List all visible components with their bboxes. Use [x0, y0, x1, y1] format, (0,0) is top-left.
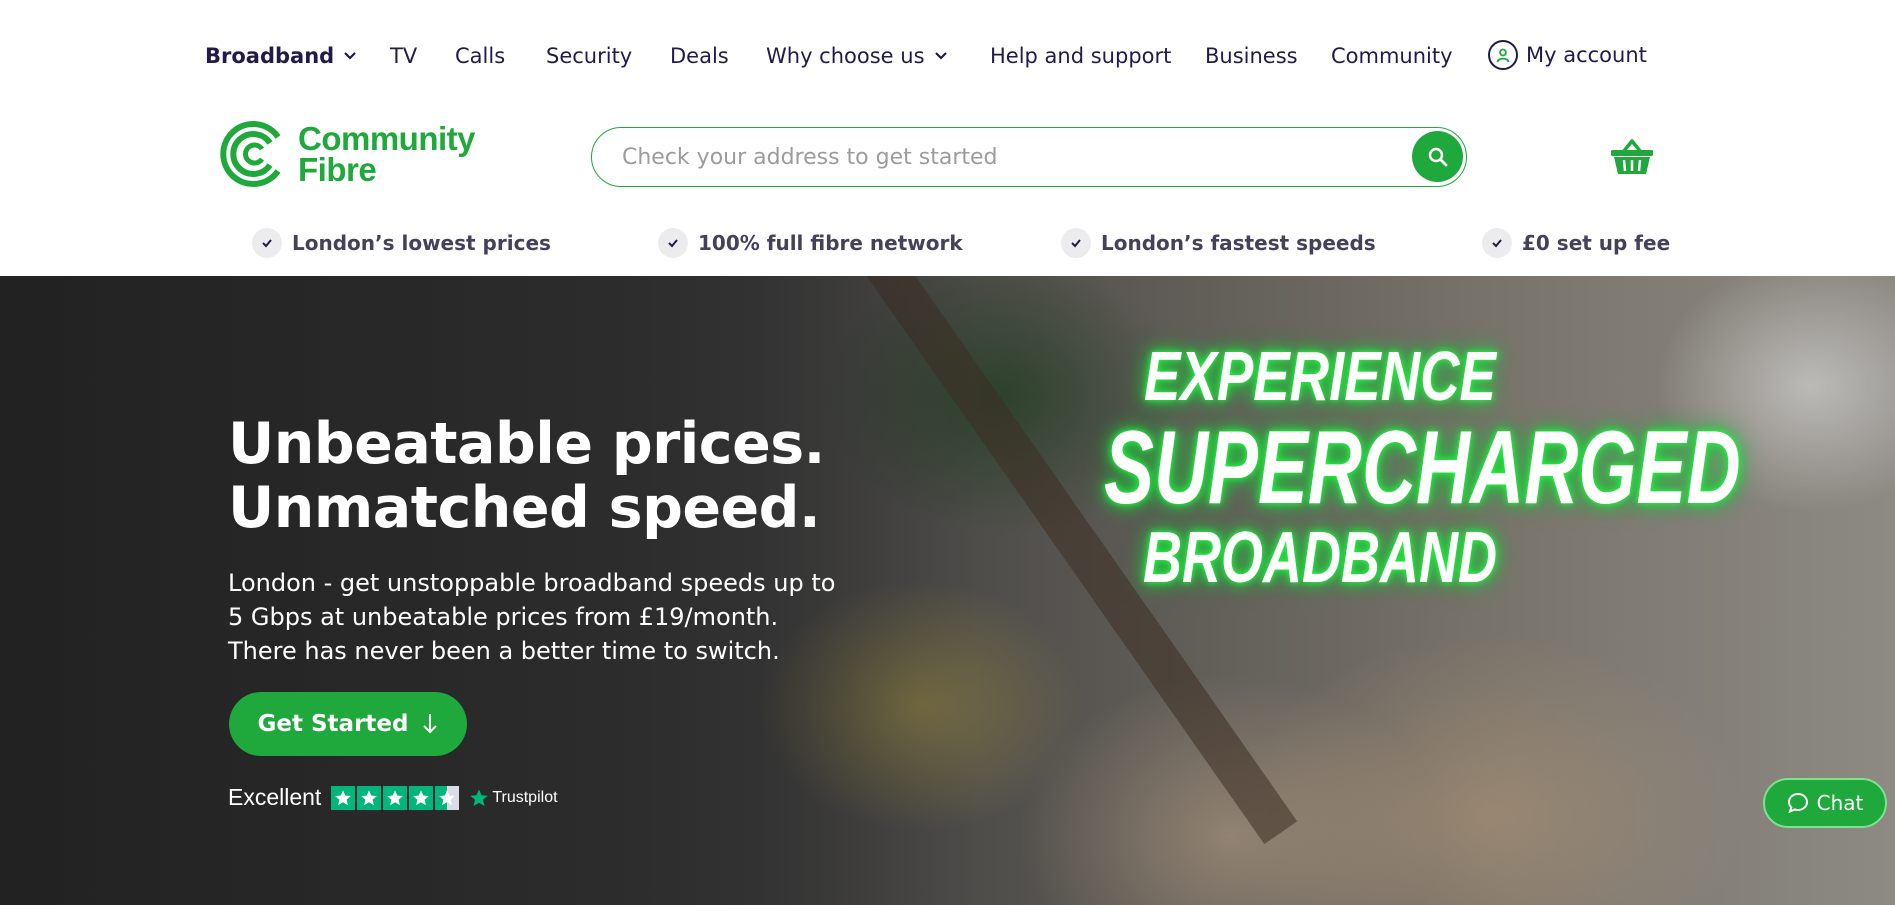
nav-item-label: Security — [546, 44, 633, 68]
nav-item-broadband[interactable]: Broadband — [205, 44, 358, 68]
nav-item-why-choose-us[interactable]: Why choose us — [766, 44, 949, 68]
trustpilot-rating-text: Excellent — [228, 784, 322, 810]
trustpilot-star-icon — [470, 789, 489, 806]
user-icon — [1488, 40, 1518, 70]
star-half-icon — [435, 785, 460, 810]
nav-item-label: Business — [1205, 44, 1298, 68]
headline-line-1: EXPERIENCE — [1144, 337, 1496, 415]
nav-item-label: Why choose us — [766, 44, 925, 68]
nav-item-community[interactable]: Community — [1331, 44, 1453, 68]
search-button[interactable] — [1412, 131, 1463, 182]
nav-item-label: Help and support — [990, 44, 1172, 68]
address-search-bar — [591, 127, 1467, 187]
nav-item-label: TV — [390, 44, 418, 68]
chevron-down-icon — [934, 52, 947, 60]
logo-wordmark: Community Fibre — [298, 120, 476, 188]
usp-setup-fee: £0 set up fee — [1482, 228, 1670, 258]
community-fibre-logo[interactable]: Community Fibre — [220, 118, 480, 190]
logo-mark-icon — [220, 121, 281, 187]
usp-label: £0 set up fee — [1522, 231, 1671, 255]
check-icon — [658, 228, 688, 258]
chat-label: Chat — [1816, 791, 1864, 815]
nav-item-security[interactable]: Security — [546, 44, 632, 68]
nav-item-help-and-support[interactable]: Help and support — [990, 44, 1171, 68]
basket-icon[interactable] — [1610, 138, 1654, 176]
headline-line-3: BROADBAND — [1143, 518, 1497, 598]
hero-title-line-2: Unmatched speed. — [228, 475, 821, 541]
check-icon — [252, 228, 282, 258]
my-account-label: My account — [1526, 43, 1647, 67]
hero-title-line-1: Unbeatable prices. — [228, 411, 825, 477]
chat-button[interactable]: Chat — [1763, 778, 1887, 828]
nav-item-calls[interactable]: Calls — [455, 44, 505, 68]
chevron-down-icon — [344, 52, 356, 60]
star-icon — [409, 785, 434, 810]
trustpilot-rating[interactable]: Excellent Trustpilot — [228, 784, 558, 811]
nav-item-tv[interactable]: TV — [390, 44, 417, 68]
get-started-button[interactable]: Get Started — [229, 692, 467, 756]
check-icon — [1061, 228, 1091, 258]
chat-bubble-icon — [1787, 792, 1808, 814]
usp-label: London’s lowest prices — [292, 231, 551, 255]
search-icon — [1428, 147, 1447, 166]
headline-line-2: SUPERCHARGED — [1104, 410, 1741, 526]
star-icon — [357, 785, 382, 810]
star-icon — [383, 785, 408, 810]
nav-item-label: Community — [1331, 44, 1453, 68]
hero-neon-headline: EXPERIENCE SUPERCHARGED BROADBAND — [1020, 336, 1741, 598]
nav-item-label: Deals — [670, 44, 729, 68]
usp-full-fibre: 100% full fibre network — [658, 228, 963, 258]
check-icon — [1482, 228, 1512, 258]
usp-label: London’s fastest speeds — [1101, 231, 1376, 255]
trustpilot-logo: Trustpilot — [469, 788, 558, 808]
logo-line-1: Community — [298, 120, 476, 157]
nav-item-deals[interactable]: Deals — [670, 44, 729, 68]
nav-item-label: Broadband — [205, 44, 335, 68]
hero-title: Unbeatable prices. Unmatched speed. — [228, 412, 825, 540]
address-search-input[interactable] — [622, 140, 1382, 174]
trustpilot-brand-text: Trustpilot — [492, 788, 558, 806]
nav-item-business[interactable]: Business — [1205, 44, 1298, 68]
usp-fastest-speeds: London’s fastest speeds — [1061, 228, 1376, 258]
trustpilot-stars — [331, 785, 460, 810]
logo-line-2: Fibre — [298, 151, 377, 188]
my-account-link[interactable]: My account — [1488, 40, 1647, 70]
arrow-down-icon — [423, 714, 438, 734]
usp-label: 100% full fibre network — [698, 231, 963, 255]
usp-lowest-prices: London’s lowest prices — [252, 228, 551, 258]
top-navigation: Broadband TV Calls Security Deals Why ch… — [0, 0, 1895, 100]
hero-banner: Unbeatable prices. Unmatched speed. Lond… — [0, 276, 1895, 905]
nav-item-label: Calls — [455, 44, 506, 68]
get-started-label: Get Started — [257, 711, 409, 737]
hero-subtitle: London - get unstoppable broadband speed… — [228, 569, 836, 665]
star-icon — [331, 785, 356, 810]
